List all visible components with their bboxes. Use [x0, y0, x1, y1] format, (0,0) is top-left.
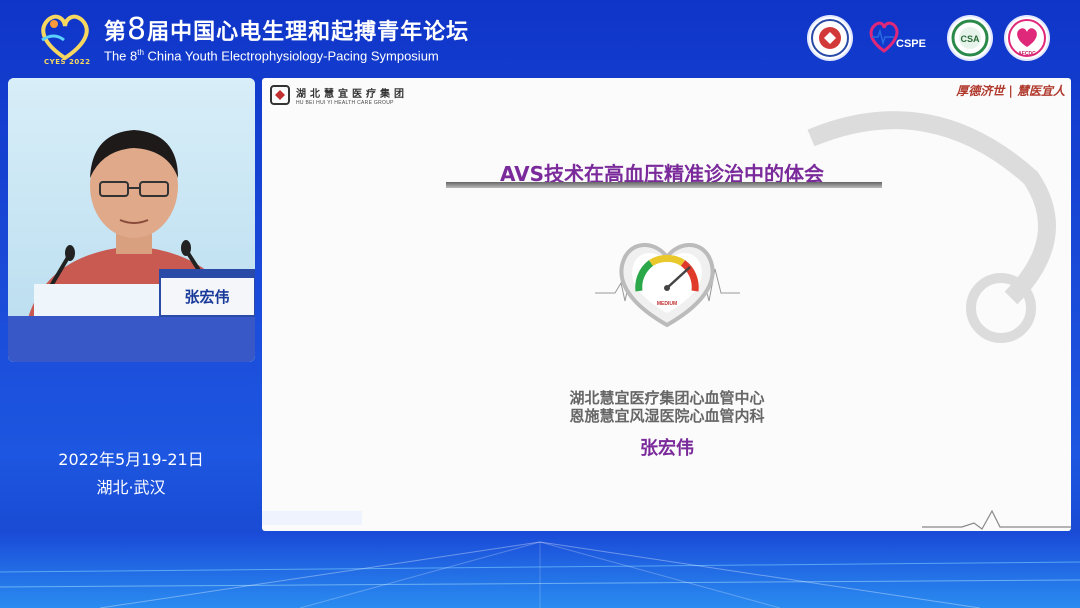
afcdc-logo-icon: AFCDC — [1006, 17, 1048, 59]
ecg-footer-decoration — [262, 509, 1071, 530]
speaker-video: 张宏伟 — [8, 78, 255, 362]
title-en-prefix: The 8 — [104, 48, 138, 64]
society-emblem-icon — [809, 17, 851, 59]
speaker-video-frame: 张宏伟 — [8, 78, 255, 362]
conference-title-en: The 8th China Youth Electrophysiology-Pa… — [104, 48, 439, 63]
title-underline — [446, 182, 882, 188]
title-cn-suffix: 届中国心电生理和起搏青年论坛 — [147, 20, 470, 45]
company-name-cn: 湖北慧宜医疗集团 — [296, 88, 408, 100]
title-cn-prefix: 第 — [104, 20, 128, 45]
event-date: 2022年5月19-21日 — [58, 450, 204, 469]
company-mark-icon — [270, 85, 290, 105]
presentation-slide: 湖北慧宜医疗集团 HU BEI HUI YI HEALTH CARE GROUP… — [262, 78, 1071, 531]
cspe-logo-icon: CSPE — [866, 17, 928, 59]
cspe-label: CSPE — [896, 38, 926, 50]
cyes-logo-text: CYES 2022 — [44, 58, 91, 66]
gauge-label: MEDIUM — [657, 301, 677, 307]
company-logo: 湖北慧宜医疗集团 HU BEI HUI YI HEALTH CARE GROUP — [270, 84, 408, 106]
stethoscope-watermark-icon — [807, 111, 1056, 343]
title-en-sup: th — [137, 48, 144, 57]
heart-gauge-icon: MEDIUM — [595, 243, 740, 328]
title-cn-number: 8 — [127, 12, 148, 47]
company-name-en: HU BEI HUI YI HEALTH CARE GROUP — [296, 99, 394, 106]
title-en-suffix: China Youth Electrophysiology-Pacing Sym… — [143, 48, 439, 64]
conference-title-cn: 第8届中国心电生理和起搏青年论坛 — [104, 12, 469, 47]
event-place: 湖北·武汉 — [96, 478, 166, 497]
stage-floor-decoration — [0, 532, 1080, 608]
conference-header: CYES 2022 第8届中国心电生理和起搏青年论坛 The 8th China… — [0, 0, 1080, 76]
csa-label: CSA — [960, 34, 980, 44]
slide-speaker-name: 张宏伟 — [640, 438, 694, 459]
nameplate-text: 张宏伟 — [184, 288, 229, 306]
afcdc-label: AFCDC — [1018, 51, 1036, 57]
affiliation-line-2: 恩施慧宜风湿医院心血管内科 — [569, 407, 765, 425]
company-motto: 厚德济世 | 慧医宜人 — [956, 84, 1065, 98]
csa-logo-icon: CSA — [949, 17, 991, 59]
